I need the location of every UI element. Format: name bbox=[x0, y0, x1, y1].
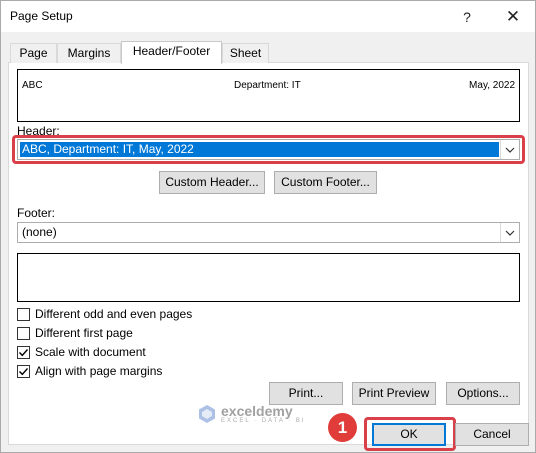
checkbox-label: Align with page margins bbox=[35, 364, 163, 378]
tab-page[interactable]: Page bbox=[10, 43, 57, 63]
checkbox-odd-even[interactable]: Different odd and even pages bbox=[17, 306, 192, 322]
preview-right-section: May, 2022 bbox=[469, 80, 515, 91]
header-preview: ABC Department: IT May, 2022 bbox=[17, 69, 520, 122]
footer-dropdown[interactable]: (none) bbox=[17, 222, 520, 243]
footer-dropdown-value: (none) bbox=[22, 225, 57, 239]
step-badge: 1 bbox=[328, 413, 357, 442]
help-icon[interactable]: ? bbox=[447, 1, 487, 32]
preview-left-section: ABC bbox=[22, 80, 43, 91]
checkbox-scale-with-document[interactable]: Scale with document bbox=[17, 344, 146, 360]
footer-preview bbox=[17, 253, 520, 302]
checkbox-label: Scale with document bbox=[35, 345, 146, 359]
checkbox-label: Different odd and even pages bbox=[35, 307, 193, 321]
checkbox-align-margins[interactable]: Align with page margins bbox=[17, 363, 162, 379]
print-button[interactable]: Print... bbox=[269, 382, 343, 405]
tab-margins[interactable]: Margins bbox=[57, 43, 121, 63]
watermark-name: exceldemy bbox=[221, 403, 293, 419]
checkbox-box[interactable] bbox=[17, 326, 30, 340]
custom-footer-button[interactable]: Custom Footer... bbox=[274, 171, 377, 194]
dialog-title: Page Setup bbox=[10, 9, 73, 23]
checkmark-icon[interactable] bbox=[17, 364, 30, 378]
exceldemy-watermark: exceldemy EXCEL · DATA · BI bbox=[197, 404, 306, 424]
page-setup-dialog: Page Setup ? ✕ Page Margins Header/Foote… bbox=[0, 0, 536, 453]
custom-header-button[interactable]: Custom Header... bbox=[159, 171, 265, 194]
chevron-down-icon[interactable] bbox=[500, 223, 519, 242]
cancel-button[interactable]: Cancel bbox=[455, 423, 529, 446]
ok-button[interactable]: OK bbox=[372, 423, 446, 446]
header-highlight-box bbox=[12, 135, 525, 164]
exceldemy-logo-icon bbox=[199, 405, 215, 423]
close-icon[interactable]: ✕ bbox=[493, 1, 533, 32]
title-bar: Page Setup ? ✕ bbox=[1, 1, 535, 32]
tab-sheet[interactable]: Sheet bbox=[222, 43, 269, 63]
print-preview-button[interactable]: Print Preview bbox=[352, 382, 436, 405]
watermark-tagline: EXCEL · DATA · BI bbox=[221, 418, 306, 424]
preview-center-section: Department: IT bbox=[234, 80, 301, 91]
checkbox-label: Different first page bbox=[35, 326, 133, 340]
checkmark-icon[interactable] bbox=[17, 345, 30, 359]
tab-header-footer[interactable]: Header/Footer bbox=[121, 41, 222, 64]
options-button[interactable]: Options... bbox=[446, 382, 520, 405]
footer-label: Footer: bbox=[17, 206, 56, 220]
checkbox-first-page[interactable]: Different first page bbox=[17, 325, 133, 341]
checkbox-box[interactable] bbox=[17, 307, 30, 321]
